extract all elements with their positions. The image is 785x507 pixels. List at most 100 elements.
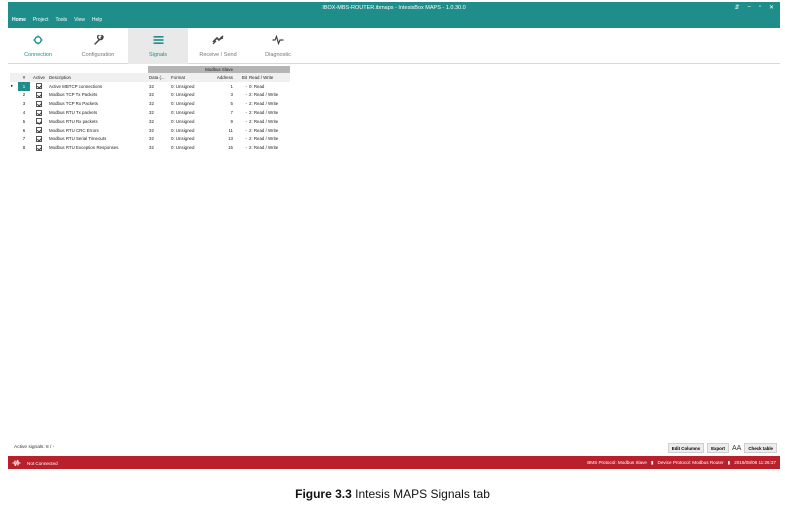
active-checkbox[interactable] — [36, 118, 42, 125]
pin-icon[interactable]: ⇵ — [734, 4, 739, 11]
active-checkbox[interactable] — [36, 91, 42, 98]
row-read-write[interactable]: 2: Read / Write — [248, 135, 290, 144]
close-icon[interactable]: ✕ — [769, 4, 774, 11]
tab-configuration[interactable]: Configuration — [68, 28, 128, 64]
column-header-active[interactable]: Active — [30, 73, 48, 82]
row-address[interactable]: 3 — [212, 91, 234, 100]
row-bit[interactable]: - — [234, 108, 248, 117]
row-address[interactable]: 11 — [212, 126, 234, 135]
table-row[interactable]: 3 Modbus TCP Rx Packets 32 0: Unsigned 5… — [10, 99, 290, 109]
row-description[interactable]: Modbus RTU Rx packets — [48, 117, 148, 126]
signals-table: Modbus Slave # Active Description Data (… — [10, 66, 290, 153]
row-format[interactable]: 0: Unsigned — [170, 117, 212, 126]
edit-columns-button[interactable]: Edit Columns — [667, 443, 705, 453]
row-read-write[interactable]: 2: Read / Write — [248, 143, 290, 152]
column-header-format[interactable]: Format — [170, 73, 212, 82]
minimize-icon[interactable]: – — [747, 4, 750, 11]
row-address[interactable]: 5 — [212, 99, 234, 108]
row-bit[interactable]: - — [234, 99, 248, 108]
row-read-write[interactable]: 2: Read / Write — [248, 108, 290, 117]
row-number: 4 — [22, 110, 26, 116]
row-data-length[interactable]: 32 — [148, 143, 170, 152]
menu-tools[interactable]: Tools — [55, 17, 67, 23]
bms-protocol: BMS Protocol: Modbus Slave — [587, 460, 647, 465]
row-bit[interactable]: - — [234, 82, 248, 91]
row-format[interactable]: 0: Unsigned — [170, 135, 212, 144]
connection-icon — [33, 35, 43, 45]
row-data-length[interactable]: 32 — [148, 108, 170, 117]
row-bit[interactable]: - — [234, 143, 248, 152]
tab-connection[interactable]: Connection — [8, 28, 68, 64]
row-description[interactable]: Modbus RTU Tx packets — [48, 108, 148, 117]
tab-receive-send[interactable]: Receive / Send — [188, 28, 248, 64]
menu-help[interactable]: Help — [92, 17, 102, 23]
row-read-write[interactable]: 0: Read — [248, 82, 290, 91]
row-description[interactable]: Modbus TCP Rx Packets — [48, 99, 148, 108]
export-button[interactable]: Export — [707, 443, 729, 453]
tab-signals[interactable]: Signals — [128, 28, 188, 64]
column-header-address[interactable]: Address — [212, 73, 234, 82]
active-checkbox[interactable] — [36, 100, 42, 107]
table-row[interactable]: 2 Modbus TCP Tx Packets 32 0: Unsigned 3… — [10, 90, 290, 100]
active-checkbox[interactable] — [36, 127, 42, 134]
active-checkbox[interactable] — [36, 109, 42, 116]
row-data-length[interactable]: 32 — [148, 126, 170, 135]
row-read-write[interactable]: 2: Read / Write — [248, 91, 290, 100]
figure-text: Intesis MAPS Signals tab — [351, 487, 490, 501]
row-format[interactable]: 0: Unsigned — [170, 108, 212, 117]
table-row[interactable]: 4 Modbus RTU Tx packets 32 0: Unsigned 7… — [10, 108, 290, 117]
row-bit[interactable]: - — [234, 117, 248, 126]
transfer-icon — [212, 35, 224, 45]
active-checkbox[interactable] — [36, 83, 42, 90]
row-read-write[interactable]: 2: Read / Write — [248, 117, 290, 126]
row-bit[interactable]: - — [234, 126, 248, 135]
row-data-length[interactable]: 32 — [148, 135, 170, 144]
row-description[interactable]: Active MBTCP connections — [48, 82, 148, 91]
row-bit[interactable]: - — [234, 91, 248, 100]
font-size-control[interactable]: AA — [732, 445, 741, 452]
menu-home[interactable]: Home — [12, 17, 26, 23]
row-format[interactable]: 0: Unsigned — [170, 143, 212, 152]
tab-signals-label: Signals — [148, 52, 168, 58]
table-row[interactable]: ▸ 1 Active MBTCP connections 32 0: Unsig… — [10, 81, 290, 91]
row-address[interactable]: 13 — [212, 135, 234, 144]
row-data-length[interactable]: 32 — [148, 99, 170, 108]
row-read-write[interactable]: 2: Read / Write — [248, 126, 290, 135]
row-data-length[interactable]: 32 — [148, 82, 170, 91]
check-table-button[interactable]: Check table — [744, 443, 777, 453]
table-row[interactable]: 6 Modbus RTU CRC Errors 32 0: Unsigned 1… — [10, 125, 290, 135]
menu-view[interactable]: View — [74, 17, 85, 23]
row-read-write[interactable]: 2: Read / Write — [248, 99, 290, 108]
table-row[interactable]: 7 Modbus RTU Serial Timeouts 32 0: Unsig… — [10, 134, 290, 144]
table-row[interactable]: 5 Modbus RTU Rx packets 32 0: Unsigned 9… — [10, 116, 290, 126]
row-format[interactable]: 0: Unsigned — [170, 99, 212, 108]
table-actions: Edit Columns Export AA Check table — [667, 443, 777, 453]
column-header-number[interactable]: # — [18, 73, 30, 82]
status-datetime: 2016/08/06 11:26:37 — [734, 460, 776, 465]
row-description[interactable]: Modbus RTU Exception Responses — [48, 143, 148, 152]
row-format[interactable]: 0: Unsigned — [170, 91, 212, 100]
tab-diagnostic[interactable]: Diagnostic — [248, 28, 308, 64]
row-description[interactable]: Modbus TCP Tx Packets — [48, 91, 148, 100]
row-description[interactable]: Modbus RTU CRC Errors — [48, 126, 148, 135]
column-header-data-length[interactable]: Data (... — [148, 73, 170, 82]
row-bit[interactable]: - — [234, 135, 248, 144]
active-checkbox[interactable] — [36, 144, 42, 151]
row-data-length[interactable]: 32 — [148, 117, 170, 126]
row-format[interactable]: 0: Unsigned — [170, 126, 212, 135]
row-description[interactable]: Modbus RTU Serial Timeouts — [48, 135, 148, 144]
row-format[interactable]: 0: Unsigned — [170, 82, 212, 91]
active-checkbox[interactable] — [36, 135, 42, 142]
row-address[interactable]: 1 — [212, 82, 234, 91]
row-address[interactable]: 9 — [212, 117, 234, 126]
row-address[interactable]: 7 — [212, 108, 234, 117]
column-header-description[interactable]: Description — [48, 73, 148, 82]
row-address[interactable]: 15 — [212, 143, 234, 152]
table-row[interactable]: 8 Modbus RTU Exception Responses 32 0: U… — [10, 143, 290, 153]
maximize-icon[interactable]: ▫ — [759, 4, 761, 11]
menu-project[interactable]: Project — [33, 17, 49, 23]
column-header-read-write[interactable]: Read / Write — [248, 73, 290, 82]
row-number: 2 — [22, 92, 26, 98]
column-header-bit[interactable]: Bit — [234, 73, 248, 82]
row-data-length[interactable]: 32 — [148, 91, 170, 100]
